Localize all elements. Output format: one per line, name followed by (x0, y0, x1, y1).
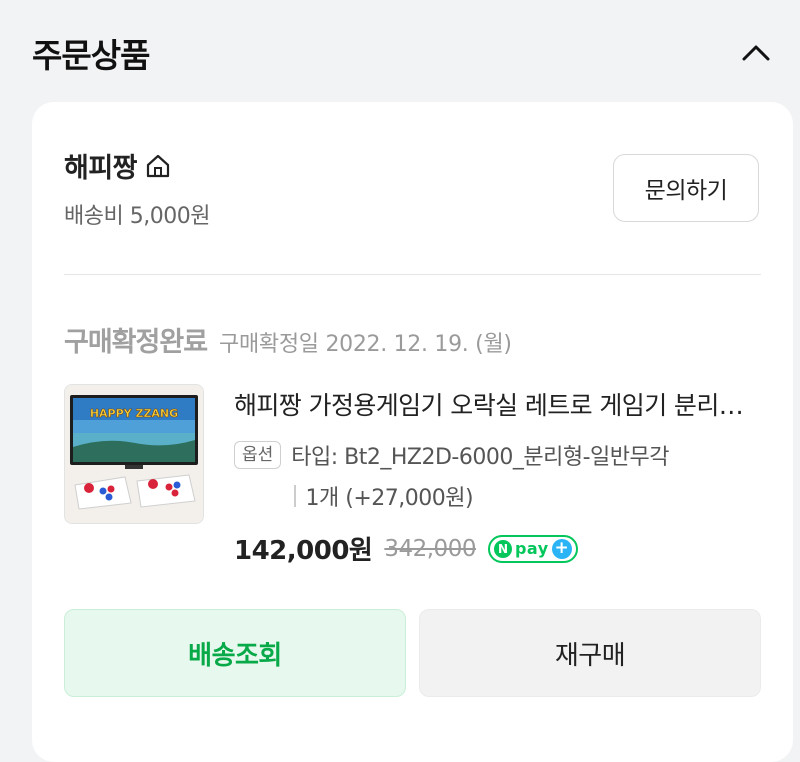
order-status-row: 구매확정완료 구매확정일 2022. 12. 19. (월) (64, 320, 512, 359)
divider (64, 274, 761, 275)
npay-label: pay (514, 539, 549, 558)
reorder-button[interactable]: 재구매 (419, 609, 761, 697)
seller-name[interactable]: 해피짱 (64, 146, 138, 185)
option-text: 타입: Bt2_HZ2D-6000_분리형-일반무각 (291, 445, 669, 470)
price-row: 142,000원 342,000 N pay + (234, 530, 578, 567)
thumbnail-logo-text: HAPPY ZZANG (90, 407, 178, 420)
order-status: 구매확정완료 (64, 327, 208, 358)
order-card: 해피짱 배송비 5,000원 문의하기 구매확정완료 구매확정일 2022. 1… (32, 102, 793, 762)
original-price: 342,000 (384, 535, 476, 562)
npay-n-icon: N (493, 539, 512, 558)
track-shipment-button[interactable]: 배송조회 (64, 609, 406, 697)
home-icon[interactable] (145, 153, 171, 179)
product-title[interactable]: 해피짱 가정용게임기 오락실 레트로 게임기 분리형 조이스틱 (234, 386, 754, 422)
product-image: HAPPY ZZANG (65, 385, 203, 523)
collapse-button[interactable] (736, 33, 776, 73)
option-row: 옵션 타입: Bt2_HZ2D-6000_분리형-일반무각 (234, 439, 669, 471)
product-thumbnail[interactable]: HAPPY ZZANG (64, 384, 204, 524)
npay-plus-badge: N pay + (487, 534, 578, 563)
sale-price: 142,000원 (234, 536, 373, 566)
order-products-header: 주문상품 (32, 28, 776, 78)
quantity-separator (294, 485, 296, 507)
inquiry-button[interactable]: 문의하기 (613, 154, 759, 222)
seller-row[interactable]: 해피짱 (64, 146, 171, 185)
option-badge: 옵션 (234, 441, 282, 469)
quantity-row: 1개 (+27,000원) (294, 480, 474, 512)
shipping-fee: 배송비 5,000원 (64, 204, 210, 229)
plus-icon: + (551, 538, 572, 559)
confirm-date: 구매확정일 2022. 12. 19. (월) (219, 332, 512, 357)
quantity-text: 1개 (+27,000원) (305, 486, 474, 511)
chevron-up-icon (742, 45, 770, 61)
section-title: 주문상품 (32, 36, 150, 75)
